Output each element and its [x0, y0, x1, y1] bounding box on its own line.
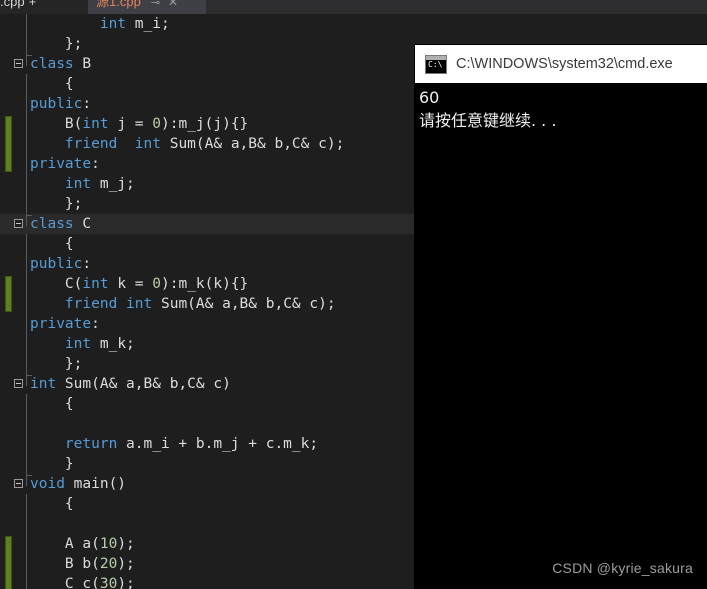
code-line-text: C c(30);	[30, 576, 135, 589]
code-line-text: void main()	[30, 476, 127, 492]
code-line-text: private:	[30, 156, 100, 172]
code-line-text: C(int k = 0):m_k(k){}	[30, 276, 249, 292]
console-title-bar: C:\ C:\WINDOWS\system32\cmd.exe	[415, 45, 707, 83]
code-line[interactable]: class C	[0, 214, 415, 234]
code-line-text: friend int Sum(A& a,B& b,C& c);	[64, 296, 336, 312]
console-output-line: 60	[419, 88, 440, 107]
code-line-text: };	[30, 36, 83, 52]
tab-strip-filler	[206, 0, 707, 14]
fold-collapse-icon[interactable]	[14, 59, 23, 68]
code-line-text: {	[30, 236, 74, 252]
code-line-text: public:	[30, 256, 92, 272]
code-line-text: }	[30, 456, 74, 472]
cmd-icon: C:\	[425, 54, 447, 74]
fold-collapse-icon[interactable]	[14, 219, 23, 228]
fold-collapse-icon[interactable]	[14, 479, 23, 488]
change-bar	[5, 116, 12, 172]
fold-guide-line	[26, 74, 27, 226]
code-line-text: return a.m_i + b.m_j + c.m_k;	[64, 436, 319, 452]
console-output-line: 请按任意键继续. . .	[419, 111, 557, 130]
tab-cpp[interactable]: .cpp +	[0, 0, 100, 14]
fold-guide-line	[26, 394, 27, 486]
cmd-console-window[interactable]: C:\ C:\WINDOWS\system32\cmd.exe 60 请按任意键继…	[415, 45, 707, 589]
fold-guide-line	[26, 494, 27, 589]
fold-guide-line	[26, 14, 27, 66]
console-title-text: C:\WINDOWS\system32\cmd.exe	[456, 56, 673, 72]
tab-cpp-modified-marker: +	[28, 0, 37, 9]
code-line-text: {	[30, 496, 74, 512]
code-line-text: A a(10);	[30, 536, 135, 552]
code-line-text: int m_i;	[99, 16, 170, 32]
code-line-text: int m_j;	[64, 176, 135, 192]
code-line-text: B b(20);	[30, 556, 135, 572]
tab-source1-cpp-label: 源1.cpp	[96, 0, 141, 9]
code-line-text: };	[30, 196, 83, 212]
close-icon[interactable]: ✕	[168, 0, 178, 9]
tab-cpp-label: .cpp	[0, 0, 25, 9]
change-bar	[5, 276, 12, 312]
code-line-text: private:	[30, 316, 100, 332]
code-line-text: public:	[30, 96, 92, 112]
change-bar	[5, 536, 12, 589]
code-line-text: {	[30, 76, 74, 92]
code-line-text: };	[30, 356, 83, 372]
screen-root: .cpp + 源1.cpp ⊸ ✕ int m_i; }; class B { publi…	[0, 0, 707, 589]
fold-collapse-icon[interactable]	[14, 379, 23, 388]
code-line-text: {	[30, 396, 74, 412]
code-line-text: friend int Sum(A& a,B& b,C& c);	[64, 136, 345, 152]
pin-icon[interactable]: ⊸	[151, 0, 160, 9]
cmd-icon-text: C:\	[428, 59, 443, 69]
code-line-text: class B	[30, 56, 92, 72]
editor-tab-strip: .cpp + 源1.cpp ⊸ ✕	[0, 0, 707, 14]
code-line-text: int Sum(A& a,B& b,C& c)	[30, 376, 231, 392]
tab-source1-cpp[interactable]: 源1.cpp ⊸ ✕	[88, 0, 222, 14]
fold-guide-line	[26, 234, 27, 386]
code-line-text: B(int j = 0):m_j(j){}	[30, 116, 249, 132]
watermark: CSDN @kyrie_sakura	[552, 560, 693, 576]
code-line-text: int m_k;	[64, 336, 135, 352]
console-output[interactable]: 60 请按任意键继续. . .	[415, 83, 707, 589]
code-line-text: class C	[30, 216, 92, 232]
code-line[interactable]: int m_i;	[0, 14, 707, 34]
